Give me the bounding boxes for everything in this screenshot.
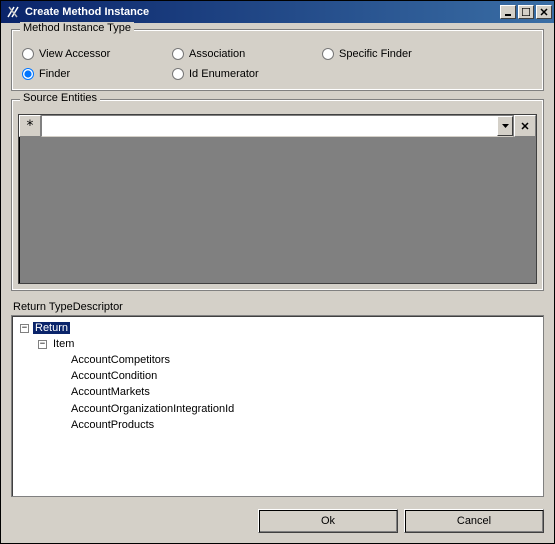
cancel-button[interactable]: Cancel (404, 509, 544, 533)
close-icon (521, 122, 529, 130)
radio-view-accessor[interactable]: View Accessor (22, 48, 132, 60)
dialog-window: Create Method Instance Method Instance T… (0, 0, 555, 544)
radio-finder-input[interactable] (22, 68, 34, 80)
radio-id-enumerator-input[interactable] (172, 68, 184, 80)
source-entities-grid[interactable]: * (18, 114, 537, 284)
collapse-icon[interactable]: − (38, 340, 47, 349)
tree-leaf-label[interactable]: AccountOrganizationIntegrationId (69, 403, 236, 415)
radio-association-label: Association (189, 48, 245, 60)
window-controls (500, 5, 552, 19)
ok-button[interactable]: Ok (258, 509, 398, 533)
return-type-descriptor-tree[interactable]: −Return −Item AccountCompetitors Account… (11, 315, 544, 497)
source-entities-legend: Source Entities (20, 92, 100, 104)
radio-view-accessor-input[interactable] (22, 48, 34, 60)
radio-finder-label: Finder (39, 68, 70, 80)
tree-leaf[interactable]: AccountMarkets (56, 384, 539, 400)
radio-id-enumerator[interactable]: Id Enumerator (172, 68, 282, 80)
titlebar: Create Method Instance (1, 1, 554, 23)
source-entities-new-row: * (19, 115, 536, 137)
tree-leaf-label[interactable]: AccountCondition (69, 370, 159, 382)
tree-leaf-label[interactable]: AccountProducts (69, 419, 156, 431)
tree-node-item-label[interactable]: Item (51, 338, 76, 350)
tree-leaf-label[interactable]: AccountMarkets (69, 386, 152, 398)
close-button[interactable] (536, 5, 552, 19)
minimize-button[interactable] (500, 5, 516, 19)
radio-specific-finder-input[interactable] (322, 48, 334, 60)
radio-view-accessor-label: View Accessor (39, 48, 110, 60)
tree-leaf-label[interactable]: AccountCompetitors (69, 354, 172, 366)
app-icon (5, 4, 21, 20)
radio-specific-finder-label: Specific Finder (339, 48, 412, 60)
source-entities-group: Source Entities * (11, 99, 544, 291)
return-type-descriptor-section: Return TypeDescriptor −Return −Item Acco… (11, 299, 544, 497)
tree-leaf[interactable]: AccountOrganizationIntegrationId (56, 400, 539, 416)
window-title: Create Method Instance (25, 6, 500, 18)
maximize-button[interactable] (518, 5, 534, 19)
source-entity-combo-text[interactable] (42, 116, 497, 136)
collapse-icon[interactable]: − (20, 324, 29, 333)
tree-leaf[interactable]: AccountProducts (56, 417, 539, 433)
client-area: Method Instance Type View Accessor Assoc… (1, 23, 554, 543)
dialog-buttons: Ok Cancel (11, 505, 544, 533)
source-entity-combo[interactable] (41, 115, 514, 137)
radio-finder[interactable]: Finder (22, 68, 132, 80)
tree-node-return-label[interactable]: Return (33, 322, 70, 334)
chevron-down-icon (502, 124, 509, 128)
method-instance-type-legend: Method Instance Type (20, 22, 134, 34)
return-type-descriptor-label: Return TypeDescriptor (13, 301, 544, 313)
radio-specific-finder[interactable]: Specific Finder (322, 48, 432, 60)
radio-association[interactable]: Association (172, 48, 282, 60)
method-instance-type-group: Method Instance Type View Accessor Assoc… (11, 29, 544, 91)
radio-id-enumerator-label: Id Enumerator (189, 68, 259, 80)
tree-node-return[interactable]: −Return −Item AccountCompetitors Account… (20, 320, 539, 433)
new-row-marker: * (19, 115, 41, 137)
tree-leaf[interactable]: AccountCondition (56, 368, 539, 384)
source-entity-delete-button[interactable] (514, 115, 536, 137)
tree-node-item[interactable]: −Item AccountCompetitors AccountConditio… (38, 336, 539, 433)
radio-association-input[interactable] (172, 48, 184, 60)
source-entity-combo-dropdown-button[interactable] (497, 116, 513, 136)
tree-leaf[interactable]: AccountCompetitors (56, 352, 539, 368)
